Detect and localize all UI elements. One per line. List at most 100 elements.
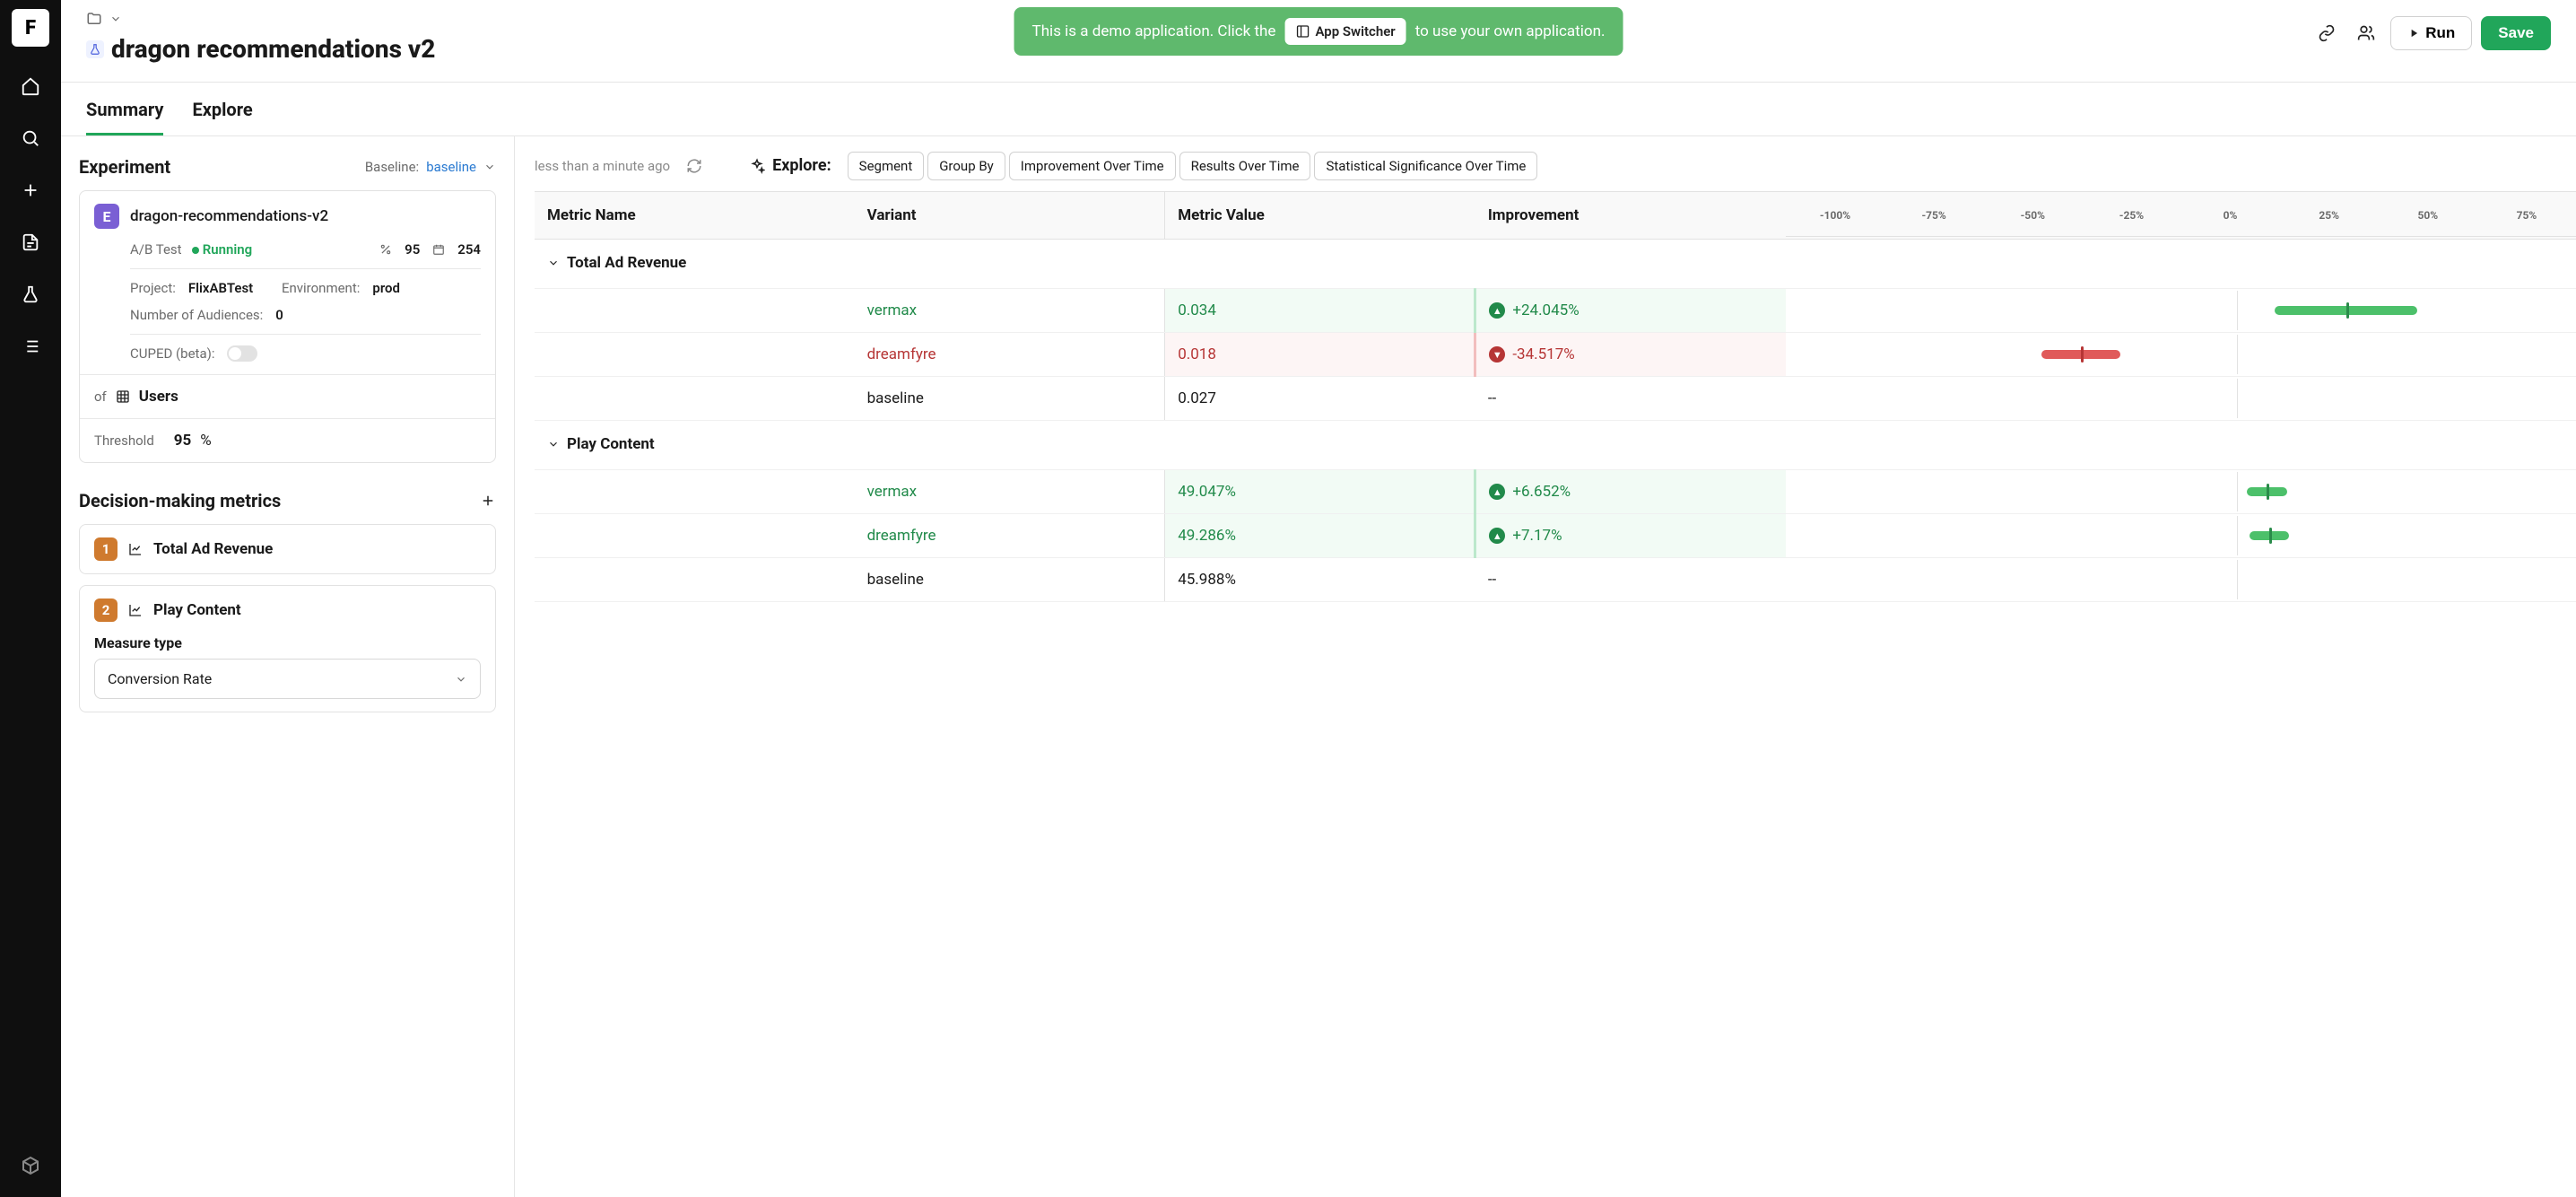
axis-tick: 50% xyxy=(2379,195,2477,236)
measure-type-select[interactable]: Conversion Rate xyxy=(94,659,481,699)
app-switcher-label: App Switcher xyxy=(1315,23,1395,39)
threshold-unit: % xyxy=(200,432,211,450)
search-icon[interactable] xyxy=(18,126,43,151)
link-icon[interactable] xyxy=(2311,18,2342,48)
add-metric-button[interactable] xyxy=(480,493,496,509)
tab-explore[interactable]: Explore xyxy=(192,99,252,135)
results-panel: less than a minute ago Explore: Segment … xyxy=(515,136,2576,1197)
folder-icon[interactable] xyxy=(86,11,102,27)
explore-pill[interactable]: Improvement Over Time xyxy=(1009,152,1176,180)
metric-name-2: Play Content xyxy=(153,601,241,619)
experiment-icon[interactable] xyxy=(18,282,43,307)
variant-cell: baseline xyxy=(855,558,1165,602)
variant-cell: dreamfyre xyxy=(855,514,1165,558)
side-panel: Experiment Baseline: baseline E dragon-r… xyxy=(61,136,515,1197)
demo-banner: This is a demo application. Click the Ap… xyxy=(1014,7,1623,56)
improvement-cell: -- xyxy=(1475,377,1786,421)
home-icon[interactable] xyxy=(18,74,43,99)
value-cell: 0.027 xyxy=(1165,377,1475,421)
env-label: Environment: xyxy=(282,280,360,296)
refresh-icon[interactable] xyxy=(686,158,702,174)
chevron-down-icon xyxy=(547,257,560,269)
demo-banner-text-2: to use your own application. xyxy=(1415,22,1606,40)
value-cell: 45.988% xyxy=(1165,558,1475,602)
chevron-down-icon xyxy=(547,438,560,450)
explore-pill[interactable]: Results Over Time xyxy=(1179,152,1311,180)
variant-cell: vermax xyxy=(855,470,1165,514)
improvement-bar xyxy=(1786,514,2576,558)
axis-tick: -50% xyxy=(1983,195,2082,236)
col-metric-name[interactable]: Metric Name xyxy=(535,192,855,240)
col-metric-value[interactable]: Metric Value xyxy=(1165,192,1475,240)
last-refresh: less than a minute ago xyxy=(535,158,670,174)
grid-icon xyxy=(116,389,130,404)
cuped-toggle[interactable] xyxy=(227,345,257,362)
experiment-badge: E xyxy=(94,204,119,229)
chart-icon xyxy=(128,542,143,556)
env-value: prod xyxy=(372,280,400,296)
baseline-picker[interactable]: Baseline: baseline xyxy=(365,159,496,175)
plus-icon[interactable] xyxy=(18,178,43,203)
experiment-section-title: Experiment xyxy=(79,156,170,178)
value-cell: 0.018 xyxy=(1165,333,1475,377)
improvement-cell: -- xyxy=(1475,558,1786,602)
value-cell: 49.047% xyxy=(1165,470,1475,514)
experiment-card: E dragon-recommendations-v2 A/B Test Run… xyxy=(79,190,496,463)
improvement-cell: ▲+24.045% xyxy=(1475,289,1786,333)
axis-tick: 75% xyxy=(2477,195,2576,236)
improvement-bar xyxy=(1786,470,2576,514)
experiment-name[interactable]: dragon-recommendations-v2 xyxy=(130,207,328,225)
chevron-down-icon xyxy=(483,161,496,173)
col-improvement[interactable]: Improvement xyxy=(1475,192,1786,240)
status-badge: Running xyxy=(203,241,252,258)
variant-cell: vermax xyxy=(855,289,1165,333)
axis-tick: -100% xyxy=(1786,195,1884,236)
users-icon[interactable] xyxy=(2351,18,2381,48)
app-switcher-button[interactable]: App Switcher xyxy=(1284,18,1405,45)
improvement-bar xyxy=(1786,558,2576,602)
calendar-icon xyxy=(432,243,445,256)
metric-group-header[interactable]: Play Content xyxy=(535,421,2576,470)
axis-tick: 25% xyxy=(2280,195,2379,236)
baseline-value: baseline xyxy=(426,159,476,175)
measure-type-value: Conversion Rate xyxy=(108,670,212,687)
users-label[interactable]: Users xyxy=(139,388,178,406)
threshold-value[interactable]: 95 xyxy=(174,432,192,450)
flask-badge-icon xyxy=(86,40,104,58)
project-value: FlixABTest xyxy=(188,280,253,296)
chevron-down-icon[interactable] xyxy=(109,13,122,25)
tab-summary[interactable]: Summary xyxy=(86,99,163,135)
topbar: dragon recommendations v2 This is a demo… xyxy=(61,0,2576,83)
explore-pill[interactable]: Group By xyxy=(927,152,1005,180)
demo-banner-text: This is a demo application. Click the xyxy=(1032,22,1276,40)
value-cell: 49.286% xyxy=(1165,514,1475,558)
percent-icon xyxy=(379,243,392,256)
improvement-cell: ▲+7.17% xyxy=(1475,514,1786,558)
stat-254: 254 xyxy=(457,241,481,258)
settings-cube-icon[interactable] xyxy=(18,1154,43,1179)
audiences-label: Number of Audiences: xyxy=(130,307,263,323)
app-logo[interactable]: F xyxy=(12,9,49,47)
improvement-bar xyxy=(1786,333,2576,377)
list-icon[interactable] xyxy=(18,334,43,359)
improvement-axis: -100%-75%-50%-25%0%25%50%75% xyxy=(1786,192,2576,240)
save-button[interactable]: Save xyxy=(2481,16,2551,50)
improvement-bar xyxy=(1786,289,2576,333)
explore-pill[interactable]: Statistical Significance Over Time xyxy=(1314,152,1537,180)
save-label: Save xyxy=(2498,24,2534,42)
metric-badge-1: 1 xyxy=(94,537,117,561)
axis-tick: -75% xyxy=(1884,195,1983,236)
explore-pill[interactable]: Segment xyxy=(848,152,925,180)
chart-icon xyxy=(128,603,143,617)
run-button[interactable]: Run xyxy=(2390,16,2472,50)
metric-card-2[interactable]: 2 Play Content Measure type Conversion R… xyxy=(79,585,496,712)
metric-group-header[interactable]: Total Ad Revenue xyxy=(535,240,2576,289)
metric-card-1[interactable]: 1 Total Ad Revenue xyxy=(79,524,496,574)
cuped-label: CUPED (beta): xyxy=(130,345,214,362)
improvement-bar xyxy=(1786,377,2576,421)
page-title: dragon recommendations v2 xyxy=(111,34,435,64)
dm-metrics-title: Decision-making metrics xyxy=(79,490,281,511)
audiences-value: 0 xyxy=(275,307,283,323)
col-variant[interactable]: Variant xyxy=(855,192,1165,240)
notes-icon[interactable] xyxy=(18,230,43,255)
